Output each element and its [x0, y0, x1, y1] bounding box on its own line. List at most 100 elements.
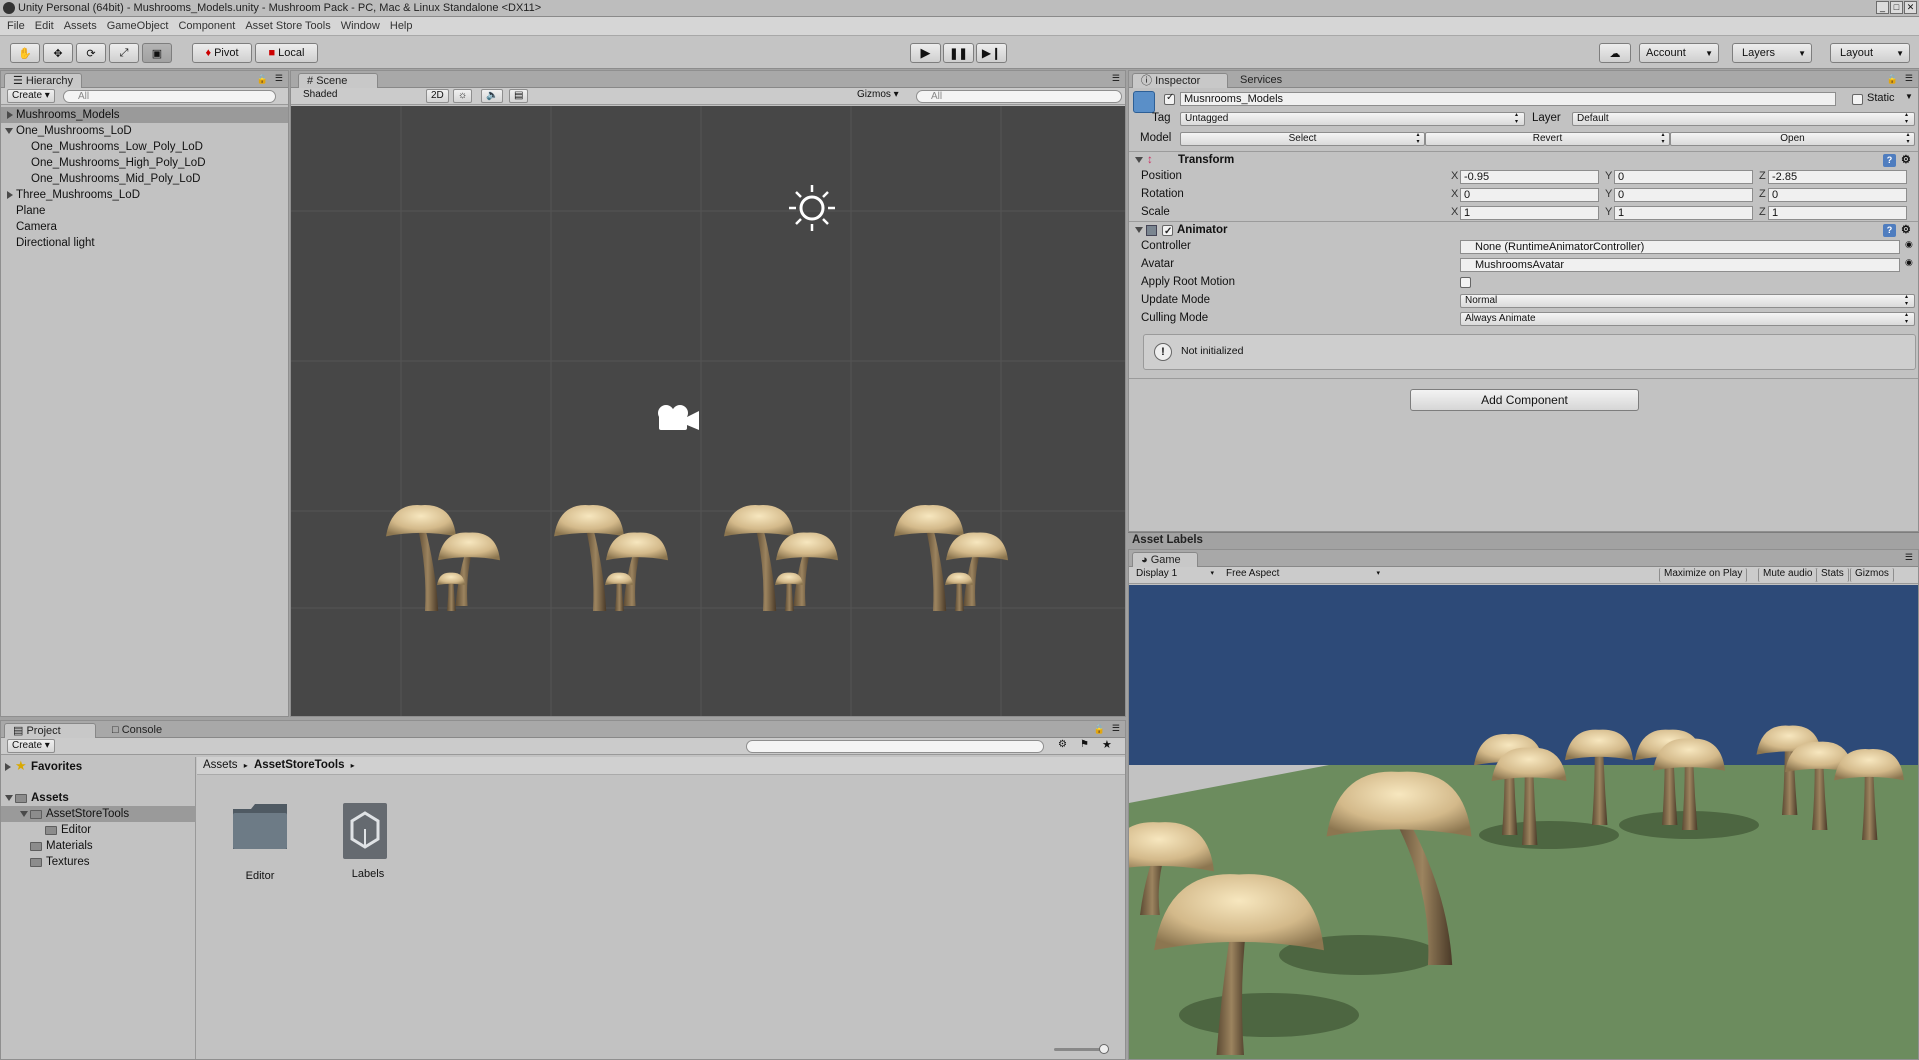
hierarchy-item[interactable]: Mushrooms_Models — [1, 107, 288, 123]
filter-by-type-icon[interactable]: ⚙ — [1058, 739, 1067, 750]
stats-toggle[interactable]: Stats — [1816, 568, 1849, 582]
animator-header[interactable]: Animator ? ⚙ — [1129, 221, 1918, 240]
model-open-button[interactable]: Open — [1670, 132, 1915, 146]
project-tree-item[interactable]: Textures — [1, 854, 196, 870]
icon-size-slider[interactable] — [1054, 1044, 1109, 1054]
lock-icon[interactable]: 🔒 — [1887, 74, 1898, 85]
object-picker-icon[interactable]: ◉ — [1905, 239, 1913, 250]
menu-assets[interactable]: Assets — [64, 20, 97, 32]
tab-hierarchy[interactable]: ☰ Hierarchy — [4, 73, 82, 88]
shaded-dropdown[interactable]: Shaded — [299, 89, 341, 103]
foldout-arrow-icon[interactable] — [1135, 157, 1143, 163]
menu-edit[interactable]: Edit — [35, 20, 54, 32]
project-tree-item[interactable]: Editor — [1, 822, 196, 838]
foldout-arrow-icon[interactable] — [7, 111, 13, 119]
transform-position-y-field[interactable]: 0 — [1614, 170, 1753, 184]
scene-viewport[interactable] — [291, 106, 1125, 716]
help-icon[interactable]: ? — [1883, 154, 1896, 167]
tab-project[interactable]: ▤ Project — [4, 723, 96, 738]
gizmos-dropdown[interactable]: Gizmos ▾ — [853, 89, 903, 103]
layout-dropdown[interactable]: Layout ▼ — [1830, 43, 1910, 63]
hierarchy-item[interactable]: Directional light — [1, 235, 288, 251]
dropdown-arrow-icon[interactable]: ▼ — [1905, 92, 1913, 101]
scale-tool-button[interactable]: ⤢ — [109, 43, 139, 63]
scene-mushroom-cluster[interactable] — [894, 505, 1008, 611]
menu-window[interactable]: Window — [341, 20, 380, 32]
layers-dropdown[interactable]: Layers ▼ — [1732, 43, 1812, 63]
foldout-arrow-icon[interactable] — [5, 763, 11, 771]
tab-game[interactable]: ◕ Game — [1132, 552, 1198, 567]
close-button[interactable]: ✕ — [1904, 1, 1917, 14]
account-dropdown[interactable]: Account ▼ — [1639, 43, 1719, 63]
transform-rotation-y-field[interactable]: 0 — [1614, 188, 1753, 202]
breadcrumb-assetstoretools[interactable]: AssetStoreTools — [254, 759, 345, 771]
play-button[interactable]: ▶ — [910, 43, 941, 63]
hierarchy-item[interactable]: One_Mushrooms_Low_Poly_LoD — [1, 139, 288, 155]
hierarchy-item[interactable]: Plane — [1, 203, 288, 219]
project-create-button[interactable]: Create ▾ — [7, 739, 55, 753]
foldout-arrow-icon[interactable] — [20, 811, 28, 817]
panel-menu-icon[interactable]: ☰ — [1112, 73, 1120, 84]
panel-menu-icon[interactable]: ☰ — [1905, 552, 1913, 563]
layer-dropdown[interactable]: Default — [1572, 112, 1915, 126]
transform-header[interactable]: ↕ Transform ? ⚙ — [1129, 151, 1918, 169]
transform-scale-y-field[interactable]: 1 — [1614, 206, 1753, 220]
model-revert-button[interactable]: Revert — [1425, 132, 1670, 146]
transform-rotation-z-field[interactable]: 0 — [1768, 188, 1907, 202]
favorite-star-icon[interactable]: ★ — [1102, 738, 1112, 751]
slider-thumb[interactable] — [1099, 1044, 1109, 1054]
hierarchy-item[interactable]: One_Mushrooms_Mid_Poly_LoD — [1, 171, 288, 187]
maximize-on-play-toggle[interactable]: Maximize on Play — [1659, 568, 1748, 582]
foldout-arrow-icon[interactable] — [5, 128, 13, 134]
step-button[interactable]: ▶❙ — [976, 43, 1007, 63]
filter-by-label-icon[interactable]: ⚑ — [1080, 739, 1089, 750]
project-search-input[interactable] — [746, 740, 1044, 753]
hierarchy-item[interactable]: Three_Mushrooms_LoD — [1, 187, 288, 203]
lock-icon[interactable]: 🔒 — [1094, 724, 1105, 735]
tab-services[interactable]: Services — [1232, 73, 1290, 88]
create-button[interactable]: Create ▾ — [7, 89, 55, 103]
display-dropdown[interactable]: Display 1 ▾ — [1132, 568, 1216, 582]
menu-file[interactable]: File — [7, 20, 25, 32]
pause-button[interactable]: ❚❚ — [943, 43, 974, 63]
rect-tool-button[interactable]: ▣ — [142, 43, 172, 63]
lighting-toggle[interactable]: ☼ — [453, 89, 473, 103]
foldout-arrow-icon[interactable] — [5, 795, 13, 801]
foldout-arrow-icon[interactable] — [7, 191, 13, 199]
hierarchy-item[interactable]: Camera — [1, 219, 288, 235]
audio-toggle[interactable]: 🔈 — [481, 89, 504, 103]
project-tree-item[interactable]: ★ Favorites — [1, 758, 196, 775]
apply-root-motion-checkbox[interactable] — [1460, 277, 1471, 288]
scene-mushroom-cluster[interactable] — [724, 505, 838, 611]
tab-scene[interactable]: # Scene — [298, 73, 378, 88]
asset-labels-bar[interactable]: Asset Labels — [1128, 532, 1919, 548]
pivot-toggle[interactable]: ♦ Pivot — [192, 43, 252, 63]
transform-position-x-field[interactable]: -0.95 — [1460, 170, 1599, 184]
local-toggle[interactable]: ■ Local — [255, 43, 318, 63]
add-component-button[interactable]: Add Component — [1410, 389, 1639, 411]
project-tree-item[interactable]: AssetStoreTools — [1, 806, 196, 822]
panel-menu-icon[interactable]: ☰ — [275, 73, 283, 84]
static-checkbox[interactable] — [1852, 94, 1863, 105]
scene-mushroom-cluster[interactable] — [554, 505, 668, 611]
panel-menu-icon[interactable]: ☰ — [1905, 73, 1913, 84]
asset-item-editor[interactable]: Editor — [231, 801, 289, 901]
aspect-dropdown[interactable]: Free Aspect ▾ — [1222, 568, 1382, 582]
culling-mode-dropdown[interactable]: Always Animate — [1460, 312, 1915, 326]
transform-position-z-field[interactable]: -2.85 — [1768, 170, 1907, 184]
rotate-tool-button[interactable]: ⟳ — [76, 43, 106, 63]
game-viewport[interactable] — [1129, 585, 1918, 1059]
avatar-field[interactable]: MushroomsAvatar — [1460, 258, 1900, 272]
tag-dropdown[interactable]: Untagged — [1180, 112, 1525, 126]
scene-mushroom-cluster[interactable] — [386, 505, 500, 611]
menu-gameobject[interactable]: GameObject — [107, 20, 169, 32]
menu-asset-store-tools[interactable]: Asset Store Tools — [245, 20, 330, 32]
hierarchy-search-input[interactable]: All — [63, 90, 276, 103]
scene-mushroom-models[interactable] — [386, 505, 1008, 611]
asset-item-labels[interactable]: Labels — [341, 801, 395, 901]
menu-help[interactable]: Help — [390, 20, 413, 32]
project-tree-item[interactable]: Assets — [1, 790, 196, 806]
minimize-button[interactable]: _ — [1876, 1, 1889, 14]
gear-icon[interactable]: ⚙ — [1901, 222, 1911, 239]
project-tree-item[interactable]: Materials — [1, 838, 196, 854]
